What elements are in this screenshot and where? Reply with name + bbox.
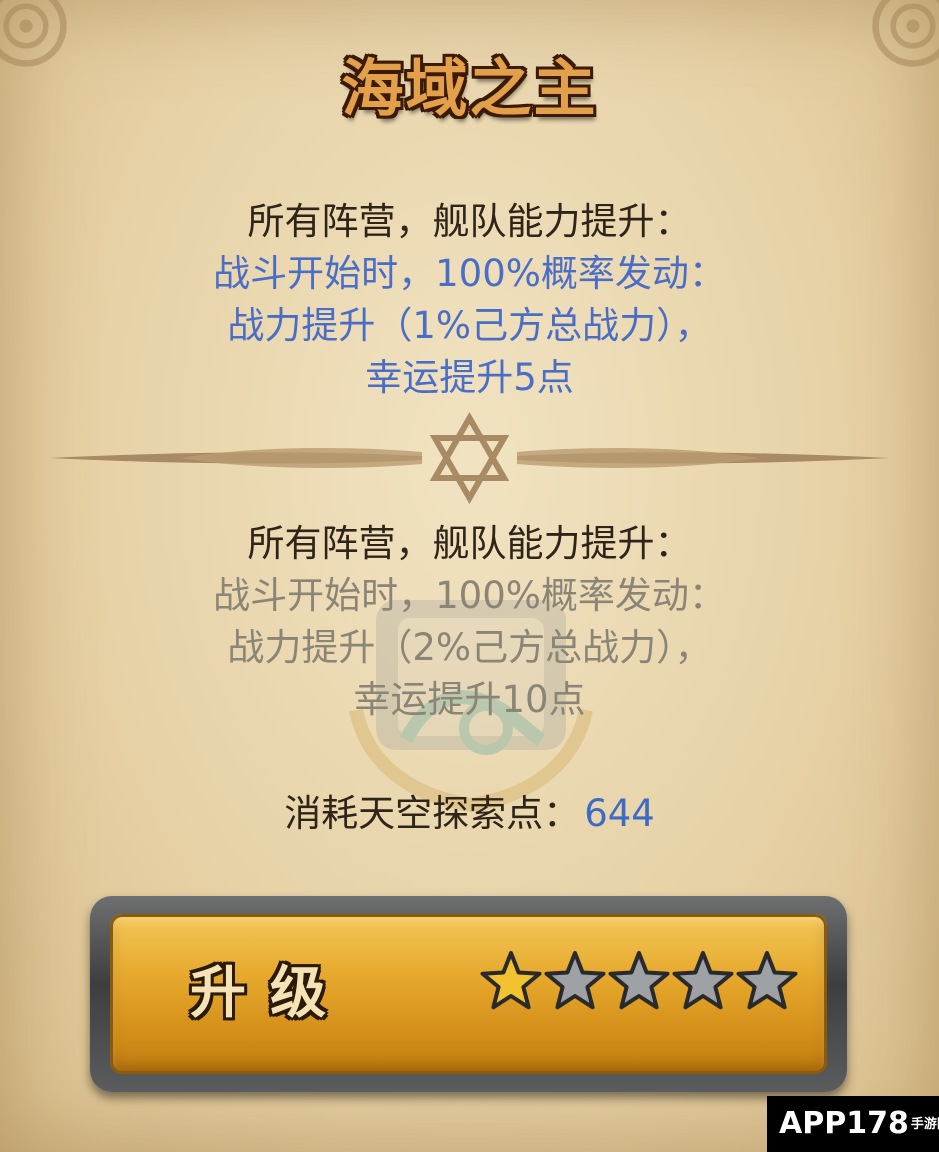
next-effect-line: 战斗开始时，100%概率发动： [213,574,726,617]
watermark-main: APP178 [779,1106,909,1141]
watermark-sub: 手游网.com [910,1116,939,1132]
current-effect-line: 战斗开始时，100%概率发动： [213,252,726,295]
next-effect-line: 战力提升（2%己方总战力）， [227,626,712,669]
cost-label: 消耗天空探索点： [284,792,581,835]
upgrade-button[interactable]: 升级 [90,896,847,1092]
next-effect-block: 所有阵营，舰队能力提升： 战斗开始时，100%概率发动： 战力提升（2%己方总战… [0,518,939,726]
star-empty-icon [608,951,670,1010]
next-effect-line: 幸运提升10点 [353,678,586,721]
current-effect-line: 战力提升（1%己方总战力）， [227,304,712,347]
cost-value: 644 [584,792,655,835]
star-filled-icon [480,951,542,1010]
star-empty-icon [544,951,606,1010]
upgrade-button-label: 升级 [190,961,350,1026]
hexagram-divider-icon [50,412,889,504]
current-effect-line: 幸运提升5点 [365,356,574,399]
skill-title: 海域之主 [341,52,598,125]
star-empty-icon [672,951,734,1010]
cost-line: 消耗天空探索点： 644 [0,788,939,840]
star-rating [479,950,799,1014]
next-effect-heading: 所有阵营，舰队能力提升： [247,522,692,565]
site-watermark: APP178手游网.com [767,1096,939,1152]
star-empty-icon [736,951,798,1010]
upgrade-button-plate: 升级 [110,914,827,1074]
current-effect-block: 所有阵营，舰队能力提升： 战斗开始时，100%概率发动： 战力提升（1%己方总战… [0,196,939,404]
current-effect-heading: 所有阵营，舰队能力提升： [247,200,692,243]
